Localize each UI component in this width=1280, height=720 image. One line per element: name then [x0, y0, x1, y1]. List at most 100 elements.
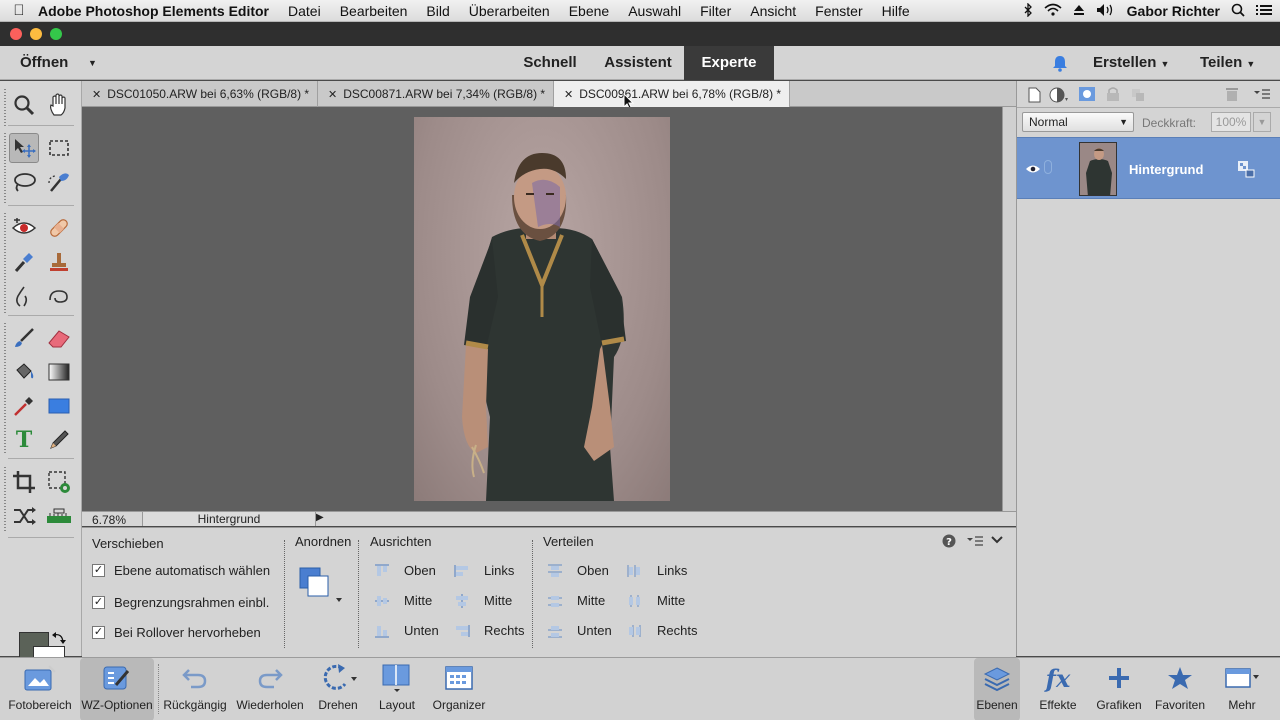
new-layer-icon[interactable]	[1026, 87, 1042, 106]
opacity-dropdown-icon[interactable]: ▼	[1253, 112, 1271, 132]
align-top-button[interactable]: Oben	[404, 563, 436, 578]
menu-select[interactable]: Auswahl	[628, 3, 681, 19]
rectangle-shape-tool-icon[interactable]	[44, 391, 74, 421]
open-button[interactable]: Öffnen	[20, 54, 68, 71]
open-dropdown-icon[interactable]: ▼	[88, 58, 97, 68]
organizer-button[interactable]: Organizer	[428, 658, 490, 720]
menu-file[interactable]: Datei	[288, 3, 321, 19]
collapse-options-icon[interactable]	[990, 534, 1004, 549]
minimize-window-button[interactable]	[30, 28, 42, 40]
menu-view[interactable]: Ansicht	[750, 3, 796, 19]
brush-tool-icon[interactable]	[9, 323, 39, 353]
arrange-dropdown[interactable]	[298, 566, 350, 609]
blur-tool-icon[interactable]	[44, 281, 74, 311]
eraser-tool-icon[interactable]	[44, 323, 74, 353]
rotate-button[interactable]: Drehen	[310, 658, 366, 720]
recompose-tool-icon[interactable]	[44, 467, 74, 497]
share-menu-button[interactable]: Teilen ▼	[1200, 54, 1255, 71]
document-photo[interactable]	[414, 117, 670, 501]
distribute-left-button[interactable]: Links	[657, 563, 687, 578]
notification-center-icon[interactable]	[1256, 3, 1272, 19]
highlight-on-rollover-checkbox[interactable]: ✓	[92, 626, 105, 639]
eject-icon[interactable]	[1073, 3, 1085, 19]
mode-tab-expert[interactable]: Experte	[684, 46, 774, 80]
delete-layer-icon[interactable]	[1225, 86, 1239, 105]
undo-button[interactable]: Rückgängig	[160, 658, 230, 720]
layer-mask-icon[interactable]	[1078, 86, 1096, 105]
pencil-tool-icon[interactable]	[44, 425, 74, 455]
straighten-tool-icon[interactable]	[44, 501, 74, 531]
vertical-scrollbar[interactable]	[1002, 107, 1016, 511]
close-tab-icon[interactable]: ✕	[328, 89, 337, 101]
zoom-tool-icon[interactable]	[9, 90, 39, 120]
bluetooth-icon[interactable]	[1023, 1, 1033, 20]
clone-stamp-tool-icon[interactable]	[44, 247, 74, 277]
move-tool-icon[interactable]	[9, 133, 39, 163]
distribute-middle-icon[interactable]	[547, 594, 563, 608]
close-window-button[interactable]	[10, 28, 22, 40]
opacity-input[interactable]: 100%	[1211, 112, 1251, 132]
distribute-bottom-icon[interactable]	[547, 624, 563, 638]
menu-window[interactable]: Fenster	[815, 3, 862, 19]
zoom-level[interactable]: 6.78%	[92, 513, 126, 527]
canvas-area[interactable]	[82, 107, 1002, 511]
smart-brush-tool-icon[interactable]	[9, 247, 39, 277]
status-menu-arrow-icon[interactable]: ▶	[316, 512, 324, 523]
redo-button[interactable]: Wiederholen	[232, 658, 308, 720]
layers-panel-menu-icon[interactable]	[1253, 87, 1271, 104]
wifi-icon[interactable]	[1044, 3, 1062, 19]
smudge-tool-icon[interactable]	[9, 281, 39, 311]
mode-tab-quick[interactable]: Schnell	[510, 46, 590, 80]
distribute-left-icon[interactable]	[627, 564, 643, 578]
layer-name[interactable]: Hintergrund	[1129, 162, 1203, 177]
visibility-eye-icon[interactable]	[1025, 162, 1041, 177]
align-center-icon[interactable]	[454, 594, 470, 608]
red-eye-removal-tool-icon[interactable]	[9, 213, 39, 243]
align-left-button[interactable]: Links	[484, 563, 514, 578]
distribute-center-button[interactable]: Mitte	[657, 593, 685, 608]
menu-enhance[interactable]: Überarbeiten	[469, 3, 550, 19]
menu-filter[interactable]: Filter	[700, 3, 731, 19]
align-right-icon[interactable]	[454, 624, 470, 638]
options-menu-icon[interactable]	[966, 534, 984, 551]
align-bottom-icon[interactable]	[374, 624, 390, 638]
menu-layer[interactable]: Ebene	[569, 3, 609, 19]
layers-panel-button[interactable]: Ebenen	[974, 658, 1020, 720]
layer-link-icon[interactable]	[1044, 160, 1052, 174]
crop-tool-icon[interactable]	[9, 467, 39, 497]
distribute-top-icon[interactable]	[547, 564, 563, 578]
hand-tool-icon[interactable]	[44, 90, 74, 120]
close-tab-icon[interactable]: ✕	[92, 89, 101, 101]
distribute-right-button[interactable]: Rechts	[657, 623, 697, 638]
menu-edit[interactable]: Bearbeiten	[340, 3, 408, 19]
quick-selection-tool-icon[interactable]	[44, 167, 74, 197]
auto-select-layer-checkbox[interactable]: ✓	[92, 564, 105, 577]
swap-colors-icon[interactable]	[52, 631, 66, 648]
spot-healing-brush-tool-icon[interactable]	[44, 213, 74, 243]
lock-all-icon[interactable]	[1106, 86, 1120, 105]
menu-help[interactable]: Hilfe	[882, 3, 910, 19]
show-bounding-box-checkbox[interactable]: ✓	[92, 596, 105, 609]
layout-button[interactable]: Layout	[370, 658, 424, 720]
content-aware-move-tool-icon[interactable]	[9, 501, 39, 531]
effects-button[interactable]: fx Effekte	[1032, 658, 1084, 720]
notification-bell-icon[interactable]	[1051, 54, 1069, 75]
user-name[interactable]: Gabor Richter	[1127, 3, 1220, 19]
blend-mode-select[interactable]: Normal ▼	[1022, 112, 1134, 132]
rectangular-marquee-tool-icon[interactable]	[44, 133, 74, 163]
paint-bucket-tool-icon[interactable]	[9, 357, 39, 387]
spotlight-search-icon[interactable]	[1231, 3, 1245, 20]
volume-icon[interactable]	[1096, 3, 1116, 20]
mode-tab-guided[interactable]: Assistent	[594, 46, 682, 80]
app-menu[interactable]: Adobe Photoshop Elements Editor	[38, 3, 269, 19]
document-tab[interactable]: ✕ DSC00871.ARW bei 7,34% (RGB/8) *	[318, 81, 554, 107]
align-middle-button[interactable]: Mitte	[404, 593, 432, 608]
distribute-top-button[interactable]: Oben	[577, 563, 609, 578]
distribute-middle-button[interactable]: Mitte	[577, 593, 605, 608]
background-lock-icon[interactable]	[1237, 160, 1255, 181]
align-left-icon[interactable]	[454, 564, 470, 578]
distribute-right-icon[interactable]	[627, 624, 643, 638]
align-top-icon[interactable]	[374, 564, 390, 578]
align-center-button[interactable]: Mitte	[484, 593, 512, 608]
document-tab-active[interactable]: ✕ DSC00961.ARW bei 6,78% (RGB/8) *	[554, 81, 790, 107]
